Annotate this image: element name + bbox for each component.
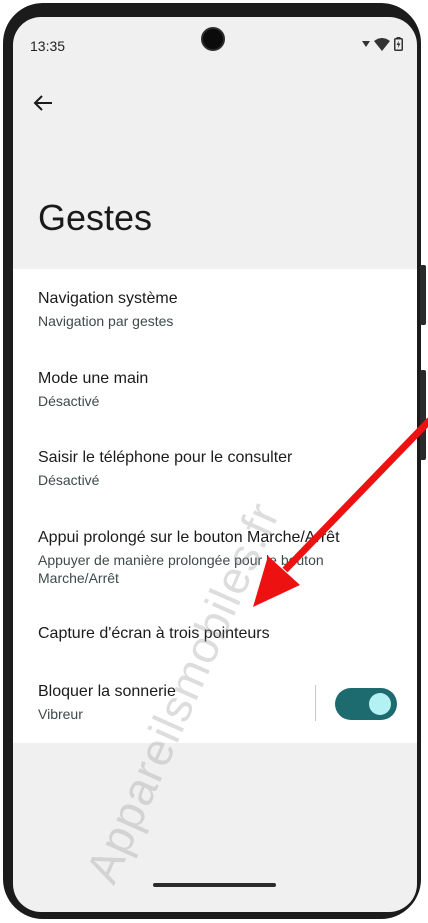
- arrow-shaft: [282, 417, 428, 573]
- phone-frame: 13:35 Gestes Navigation système Navigati…: [0, 0, 428, 923]
- annotation-arrow: [253, 417, 428, 607]
